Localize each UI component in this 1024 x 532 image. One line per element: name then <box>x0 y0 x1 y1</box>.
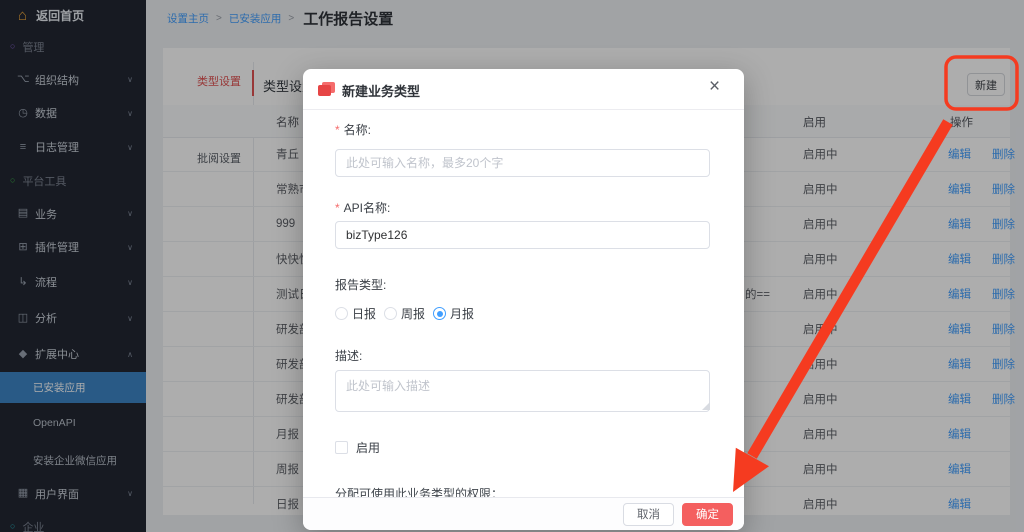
page: ⌂返回首页○管理⌥组织结构∨◷数据∨≡日志管理∨○平台工具▤业务∨⊞插件管理∨↳… <box>0 0 1024 532</box>
radio-icon <box>433 307 446 320</box>
radio-icon <box>335 307 348 320</box>
radio-option-2[interactable]: 月报 <box>433 305 474 322</box>
cancel-button[interactable]: 取消 <box>623 503 674 526</box>
required-asterisk: * <box>335 123 340 137</box>
confirm-button[interactable]: 确定 <box>682 503 733 526</box>
enable-checkbox[interactable] <box>335 441 348 454</box>
radio-label: 日报 <box>352 305 376 322</box>
modal-header: 新建业务类型 × <box>303 69 744 110</box>
radio-label: 月报 <box>450 305 474 322</box>
radio-label: 周报 <box>401 305 425 322</box>
radio-icon <box>384 307 397 320</box>
radio-option-0[interactable]: 日报 <box>335 305 376 322</box>
modal-title: 新建业务类型 <box>342 81 420 100</box>
close-icon[interactable]: × <box>709 77 720 96</box>
api-name-field-label: *API名称: <box>335 199 390 216</box>
resize-handle-icon[interactable] <box>702 402 710 410</box>
enable-checkbox-row: 启用 <box>335 439 380 456</box>
required-asterisk: * <box>335 201 340 215</box>
modal-footer: 取消 确定 <box>303 497 744 530</box>
enable-checkbox-label: 启用 <box>356 439 380 456</box>
radio-option-1[interactable]: 周报 <box>384 305 425 322</box>
modal-new-business-type: 新建业务类型 × *名称: *API名称: 报告类型: 日报 周报 月报 描述: 启… <box>303 69 744 530</box>
api-name-input[interactable] <box>335 221 710 249</box>
name-field-label: *名称: <box>335 121 371 138</box>
report-type-label: 报告类型: <box>335 276 386 293</box>
description-label: 描述: <box>335 347 362 364</box>
report-type-radio-group: 日报 周报 月报 <box>335 305 474 322</box>
report-app-icon <box>318 82 335 97</box>
name-input[interactable] <box>335 149 710 177</box>
description-textarea[interactable] <box>335 370 710 412</box>
